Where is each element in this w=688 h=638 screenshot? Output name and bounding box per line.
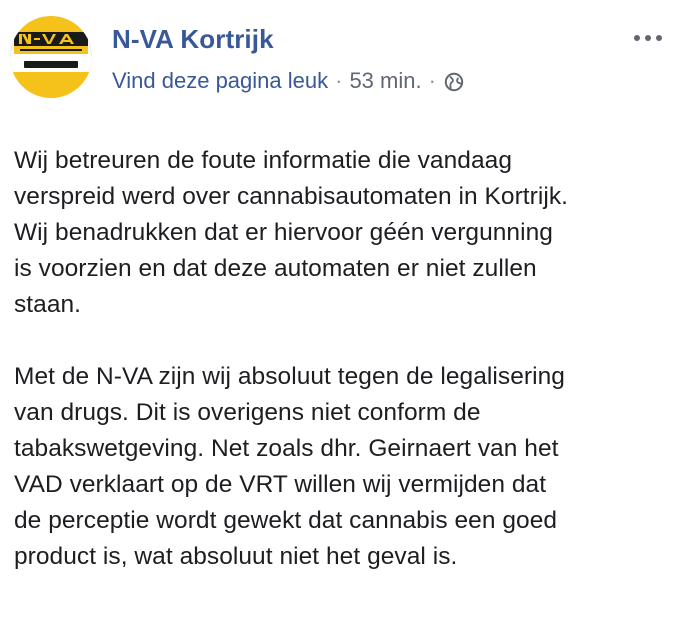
- text-line: verspreid werd over cannabisautomaten in…: [14, 183, 569, 210]
- text-line: tabakswetgeving. Net zoals dhr. Geirnaer…: [14, 435, 559, 462]
- meta-separator-2: ·: [428, 68, 436, 93]
- post-paragraph-2: Met de N-VA zijn wij absoluut tegen de l…: [14, 359, 674, 575]
- nva-logo: [10, 16, 92, 98]
- text-line: de perceptie wordt gewekt dat cannabis e…: [14, 507, 558, 534]
- post-timestamp[interactable]: 53 min.: [349, 68, 421, 94]
- post-message: Wij betreuren de foute informatie die va…: [14, 143, 674, 575]
- place-mark: [24, 61, 78, 68]
- text-line: Wij betreuren de foute informatie die va…: [14, 147, 512, 174]
- text-line: VAD verklaart op de VRT willen wij vermi…: [14, 471, 547, 498]
- page-avatar[interactable]: [10, 16, 92, 98]
- post-paragraph-1: Wij betreuren de foute informatie die va…: [14, 143, 674, 323]
- text-line: van drugs. Dit is overigens niet conform…: [14, 399, 481, 426]
- like-page-link[interactable]: Vind deze pagina leuk: [112, 68, 328, 94]
- text-line: is voorzien en dat deze automaten er nie…: [14, 255, 537, 282]
- meta-separator: ·: [335, 68, 343, 93]
- text-line: Met de N-VA zijn wij absoluut tegen de l…: [14, 363, 565, 390]
- text-line: product is, wat absoluut niet het geval …: [14, 543, 458, 570]
- post-meta: Vind deze pagina leuk · 53 min. ·: [112, 68, 464, 94]
- globe-icon[interactable]: [444, 72, 464, 92]
- text-line: Wij benadrukken dat er hiervoor géén ver…: [14, 219, 553, 246]
- text-line: staan.: [14, 291, 82, 318]
- page-name-link[interactable]: N-VA Kortrijk: [112, 24, 274, 55]
- facebook-post: N-VA Kortrijk Vind deze pagina leuk · 53…: [0, 0, 688, 638]
- slogan-mark: [20, 49, 82, 51]
- more-options-icon[interactable]: [628, 26, 668, 50]
